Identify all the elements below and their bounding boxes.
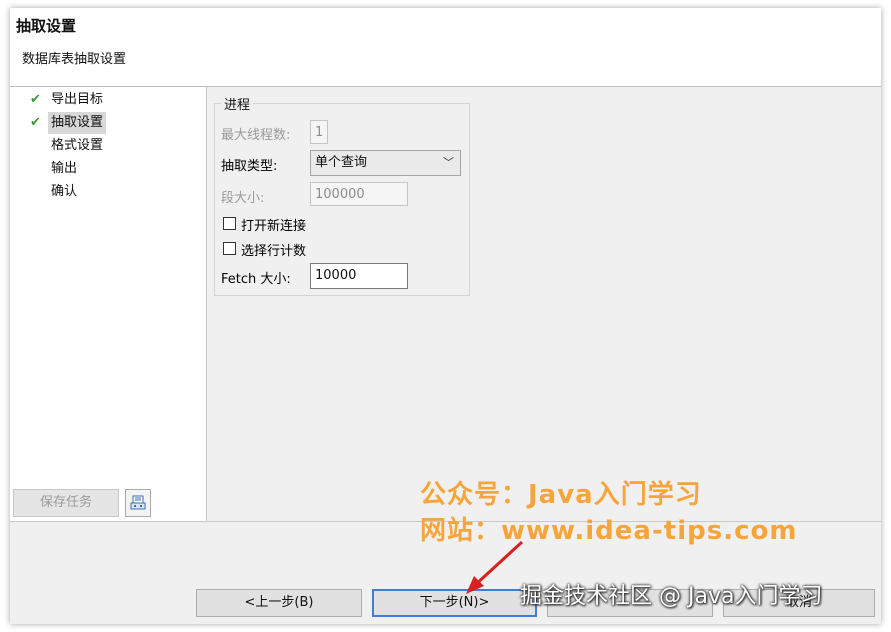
extract-type-value: 单个查询 — [315, 155, 368, 170]
open-new-connection-label: 打开新连接 — [241, 219, 307, 234]
watermark-line-3: 掘金技术社区 @ Java入门学习 — [520, 584, 823, 609]
save-settings-button[interactable] — [125, 489, 151, 517]
dialog-header: 抽取设置 数据库表抽取设置 — [10, 8, 881, 87]
segment-size-label: 段大小: — [221, 191, 265, 206]
nav-item-label: 抽取设置 — [48, 112, 107, 134]
select-row-count-checkbox[interactable] — [223, 242, 236, 255]
watermark-line-1: 公众号：Java入门学习 — [420, 480, 702, 510]
check-icon: ✔ — [30, 92, 41, 107]
select-row-count-label: 选择行计数 — [241, 244, 307, 259]
segment-size-field[interactable]: 100000 — [310, 182, 408, 206]
max-threads-label: 最大线程数: — [221, 128, 291, 143]
dialog-body: ✔ 导出目标 ✔ 抽取设置 格式设置 输出 确认 保存任务 进程 最大线程数: … — [10, 87, 881, 521]
check-icon: ✔ — [30, 115, 41, 130]
chevron-down-icon: ﹀ — [443, 156, 454, 169]
page-title: 抽取设置 — [16, 17, 77, 35]
save-settings-icon — [130, 495, 146, 510]
settings-panel: 进程 最大线程数: 1 抽取类型: 单个查询 ﹀ 段大小: 100000 打开新… — [208, 87, 881, 521]
nav-item-label: 确认 — [51, 184, 78, 199]
extract-type-select[interactable]: 单个查询 ﹀ — [310, 150, 461, 176]
fetch-size-field[interactable]: 10000 — [310, 263, 408, 289]
process-group: 进程 最大线程数: 1 抽取类型: 单个查询 ﹀ 段大小: 100000 打开新… — [214, 94, 470, 296]
page-subtitle: 数据库表抽取设置 — [22, 52, 127, 67]
save-task-button[interactable]: 保存任务 — [13, 489, 119, 517]
nav-item-label: 输出 — [51, 161, 78, 176]
fetch-size-label: Fetch 大小: — [221, 272, 291, 287]
back-button[interactable]: <上一步(B) — [196, 589, 362, 617]
nav-item-label: 导出目标 — [51, 92, 104, 107]
open-new-connection-checkbox[interactable] — [223, 217, 236, 230]
red-arrow-icon — [466, 540, 524, 594]
wizard-steps-panel: ✔ 导出目标 ✔ 抽取设置 格式设置 输出 确认 保存任务 — [10, 87, 207, 521]
group-title: 进程 — [221, 94, 254, 113]
extract-type-label: 抽取类型: — [221, 159, 278, 174]
nav-item-label: 格式设置 — [51, 138, 104, 153]
max-threads-field[interactable]: 1 — [310, 120, 328, 144]
